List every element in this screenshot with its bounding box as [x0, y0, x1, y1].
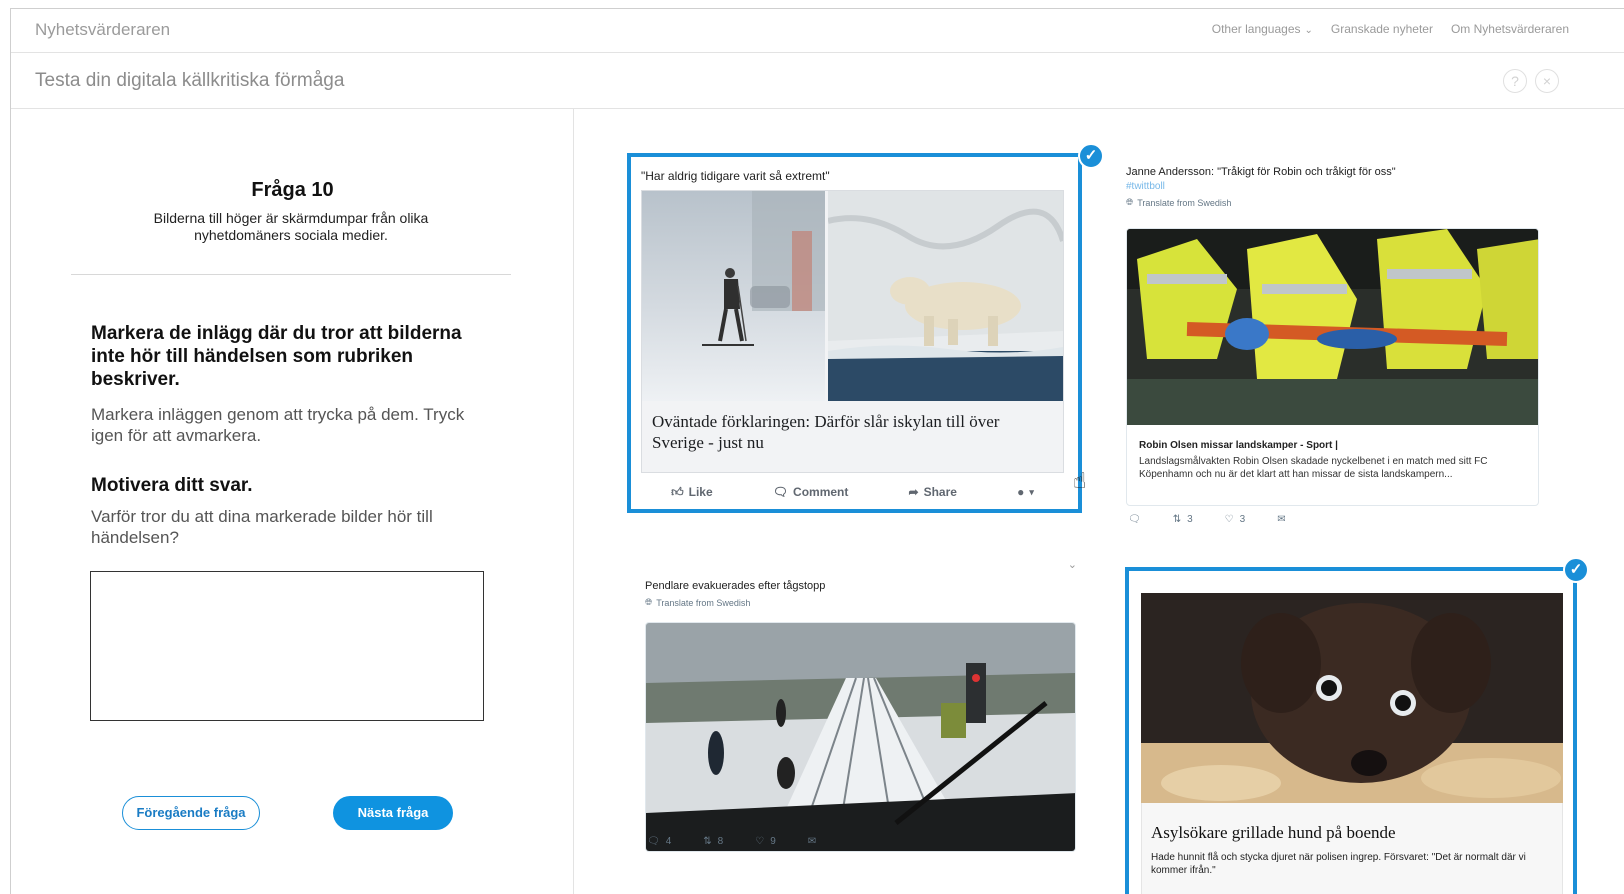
post-card-train[interactable]: ⌄ Pendlare evakuerades efter tågstopp 🌐︎… — [645, 558, 1085, 894]
like-count: 3 — [1239, 514, 1246, 525]
image-pair — [642, 191, 1063, 401]
comment-label: Comment — [793, 485, 849, 499]
reply-icon: 🗨︎ — [1128, 514, 1141, 525]
answer-textarea[interactable] — [90, 571, 484, 721]
next-question-button[interactable]: Nästa fråga — [333, 796, 453, 830]
question-pane: Fråga 10 Bilderna till höger är skärmdum… — [11, 109, 574, 894]
share-label: Share — [923, 485, 957, 499]
link-title[interactable]: Oväntade förklaringen: Därför slår iskyl… — [652, 411, 1052, 453]
post-actions: 👍︎ Like 🗨︎ Comment ➦ Share ● ▾ — [641, 477, 1064, 507]
comment-button[interactable]: 🗨︎ Comment — [773, 485, 849, 499]
retweet-icon: ⇅ — [703, 836, 712, 847]
translate-link[interactable]: 🌐︎ Translate from Swedish — [645, 597, 1085, 608]
tweet-actions: 🗨︎ 4 ⇅ 8 ♡ 9 ✉︎ — [647, 836, 816, 847]
thumbs-up-icon: 👍︎ — [671, 484, 684, 499]
polar-bear-image — [828, 191, 1063, 401]
like-label: Like — [688, 485, 713, 499]
retweet-button[interactable]: ⇅ 3 — [1173, 514, 1193, 525]
translate-link[interactable]: 🌐︎ Translate from Swedish — [1126, 197, 1556, 208]
reply-button[interactable]: 🗨︎ 4 — [647, 836, 671, 847]
post-card-hockey[interactable]: Janne Andersson: "Tråkigt för Robin och … — [1126, 166, 1556, 536]
message-button[interactable]: ✉︎ — [808, 836, 816, 847]
caret-down-icon: ▾ — [1029, 486, 1034, 497]
retweet-button[interactable]: ⇅ 8 — [703, 836, 723, 847]
envelope-icon: ✉︎ — [807, 836, 817, 847]
top-nav: Other languages ⌄ Granskade nyheter Om Ny… — [1212, 22, 1569, 36]
media-title: Robin Olsen missar landskamper - Sport | — [1139, 440, 1338, 451]
divider — [71, 274, 511, 275]
sub-header: Testa din digitala källkritiska förmåga … — [11, 53, 1624, 109]
reply-icon: 🗨︎ — [647, 836, 660, 847]
retweet-count: 3 — [1187, 514, 1193, 525]
hashtag-link[interactable]: #twittboll — [1126, 181, 1556, 192]
instruction-text-1: Markera de inlägg där du tror att bilder… — [91, 323, 462, 344]
motivate-title: Motivera ditt svar. — [91, 475, 253, 496]
post-card-cold[interactable]: "Har aldrig tidigare varit så extremt" O… — [627, 153, 1082, 513]
stretcher-image — [1127, 229, 1538, 425]
translate-label: Translate from Swedish — [656, 597, 751, 608]
like-button[interactable]: ♡ 9 — [755, 836, 776, 847]
globe-icon: 🌐︎ — [645, 597, 653, 607]
globe-icon: 🌐︎ — [1126, 197, 1134, 207]
retweet-icon: ⇅ — [1172, 514, 1182, 525]
envelope-icon: ✉︎ — [1277, 514, 1286, 525]
motivate-question: Varför tror du att dina markerade bilder… — [91, 507, 433, 547]
nav-other-languages[interactable]: Other languages ⌄ — [1212, 22, 1313, 36]
post-card-dog[interactable]: Asylsökare grillade hund på boende Hade … — [1125, 567, 1577, 894]
media-description: Landslagsmålvakten Robin Olsen skadade n… — [1139, 456, 1488, 480]
puppy-photo — [1141, 593, 1563, 803]
translate-label: Translate from Swedish — [1137, 197, 1232, 208]
question-title: Fråga 10 — [251, 179, 334, 201]
like-count: 9 — [770, 836, 776, 847]
brand-logo[interactable]: Nyhetsvärderaren — [35, 20, 170, 40]
like-button[interactable]: ♡ 3 — [1225, 514, 1246, 525]
nav-granskade-nyheter[interactable]: Granskade nyheter — [1331, 22, 1433, 36]
globe-icon: ● — [1017, 485, 1025, 499]
link-preview: Oväntade förklaringen: Därför slår iskyl… — [641, 190, 1064, 473]
train-track-image — [646, 623, 1075, 851]
question-description: Bilderna till höger är skärmdumpar från … — [153, 210, 429, 243]
instruction: Markera de inlägg där du tror att bilder… — [91, 322, 491, 391]
top-bar: Nyhetsvärderaren Other languages ⌄ Gransk… — [11, 9, 1624, 53]
skier-snow-image — [642, 191, 825, 401]
message-button[interactable]: ✉︎ — [1277, 514, 1285, 525]
train-image[interactable] — [645, 622, 1076, 852]
heart-icon: ♡ — [755, 836, 765, 847]
retweet-count: 8 — [717, 836, 724, 847]
close-icon[interactable]: × — [1535, 69, 1559, 93]
selected-check-icon: ✓ — [1078, 143, 1104, 169]
media-text: Robin Olsen missar landskamper - Sport |… — [1127, 430, 1538, 491]
reply-count: 4 — [665, 836, 672, 847]
help-icon[interactable]: ? — [1503, 69, 1527, 93]
tweet-text: Janne Andersson: "Tråkigt för Robin och … — [1126, 166, 1396, 178]
puppy-image — [1141, 593, 1563, 803]
post-headline: "Har aldrig tidigare varit så extremt" — [641, 169, 830, 183]
chevron-down-icon: ⌄ — [1304, 25, 1313, 36]
chevron-down-icon[interactable]: ⌄ — [1068, 558, 1077, 571]
instruction-hint: Markera inläggen genom att trycka på dem… — [91, 405, 465, 445]
link-description: Hade hunnit flå och stycka djuret när po… — [1151, 852, 1526, 876]
like-button[interactable]: 👍︎ Like — [671, 485, 713, 500]
link-title[interactable]: Asylsökare grillade hund på boende — [1151, 823, 1396, 843]
nav-other-languages-label: Other languages — [1211, 22, 1301, 36]
tweet-text: Pendlare evakuerades efter tågstopp — [645, 580, 826, 592]
heart-icon: ♡ — [1224, 514, 1234, 525]
selected-check-icon: ✓ — [1563, 557, 1589, 583]
instruction-emphasis: inte hör till — [91, 346, 189, 367]
page-title: Testa din digitala källkritiska förmåga — [35, 70, 345, 91]
hand-cursor-icon: ☝︎ — [1073, 468, 1087, 493]
nav-om[interactable]: Om Nyhetsvärderaren — [1451, 22, 1569, 36]
previous-question-button[interactable]: Föregående fråga — [122, 796, 260, 830]
media-card[interactable]: Robin Olsen missar landskamper - Sport |… — [1126, 228, 1539, 506]
tweet-actions: 🗨︎ ⇅ 3 ♡ 3 ✉︎ — [1128, 514, 1286, 525]
comment-icon: 🗨︎ — [772, 485, 789, 499]
share-icon: ➦ — [908, 485, 919, 499]
reply-button[interactable]: 🗨︎ — [1128, 514, 1141, 525]
link-preview — [1141, 803, 1563, 894]
share-button[interactable]: ➦ Share — [909, 485, 957, 499]
audience-selector[interactable]: ● ▾ — [1017, 485, 1034, 499]
